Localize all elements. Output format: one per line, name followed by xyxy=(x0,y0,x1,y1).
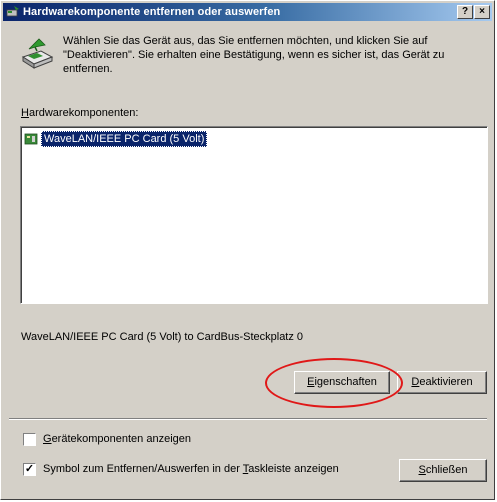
device-location-text: WaveLAN/IEEE PC Card (5 Volt) to CardBus… xyxy=(21,331,304,343)
list-label-accel: H xyxy=(21,107,29,119)
deactivate-button[interactable]: Deaktivieren xyxy=(397,371,487,394)
help-button[interactable]: ? xyxy=(457,5,473,19)
hardware-listbox[interactable]: WaveLAN/IEEE PC Card (5 Volt) xyxy=(20,126,488,304)
show-tray-icon-checkbox[interactable]: ✓ xyxy=(23,463,36,476)
show-components-checkbox[interactable] xyxy=(23,433,36,446)
hardware-title-icon xyxy=(6,6,19,17)
close-window-button[interactable]: × xyxy=(474,5,490,19)
close-accel: S xyxy=(418,464,426,476)
list-label-rest: ardwarekomponenten: xyxy=(28,107,139,119)
deactivate-rest: eaktivieren xyxy=(419,376,473,388)
title-bar[interactable]: Hardwarekomponente entfernen oder auswer… xyxy=(3,3,492,21)
list-item-label: WaveLAN/IEEE PC Card (5 Volt) xyxy=(41,131,208,147)
close-rest: chließen xyxy=(425,464,468,476)
close-button[interactable]: Schließen xyxy=(399,459,487,482)
list-label: Hardwarekomponenten: xyxy=(21,107,138,119)
eject-hardware-icon xyxy=(21,38,54,69)
intro-text: Wählen Sie das Gerät aus, das Sie entfer… xyxy=(63,35,445,75)
separator xyxy=(9,418,487,420)
pc-card-icon xyxy=(24,133,38,145)
show-tray-icon-label: Symbol zum Entfernen/Auswerfen in der Ta… xyxy=(43,463,339,475)
red-highlight-ellipse xyxy=(265,358,403,408)
window-title: Hardwarekomponente entfernen oder auswer… xyxy=(23,6,281,18)
remove-hardware-dialog: Hardwarekomponente entfernen oder auswer… xyxy=(0,0,495,500)
show-components-label: Gerätekomponenten anzeigen xyxy=(43,433,192,445)
